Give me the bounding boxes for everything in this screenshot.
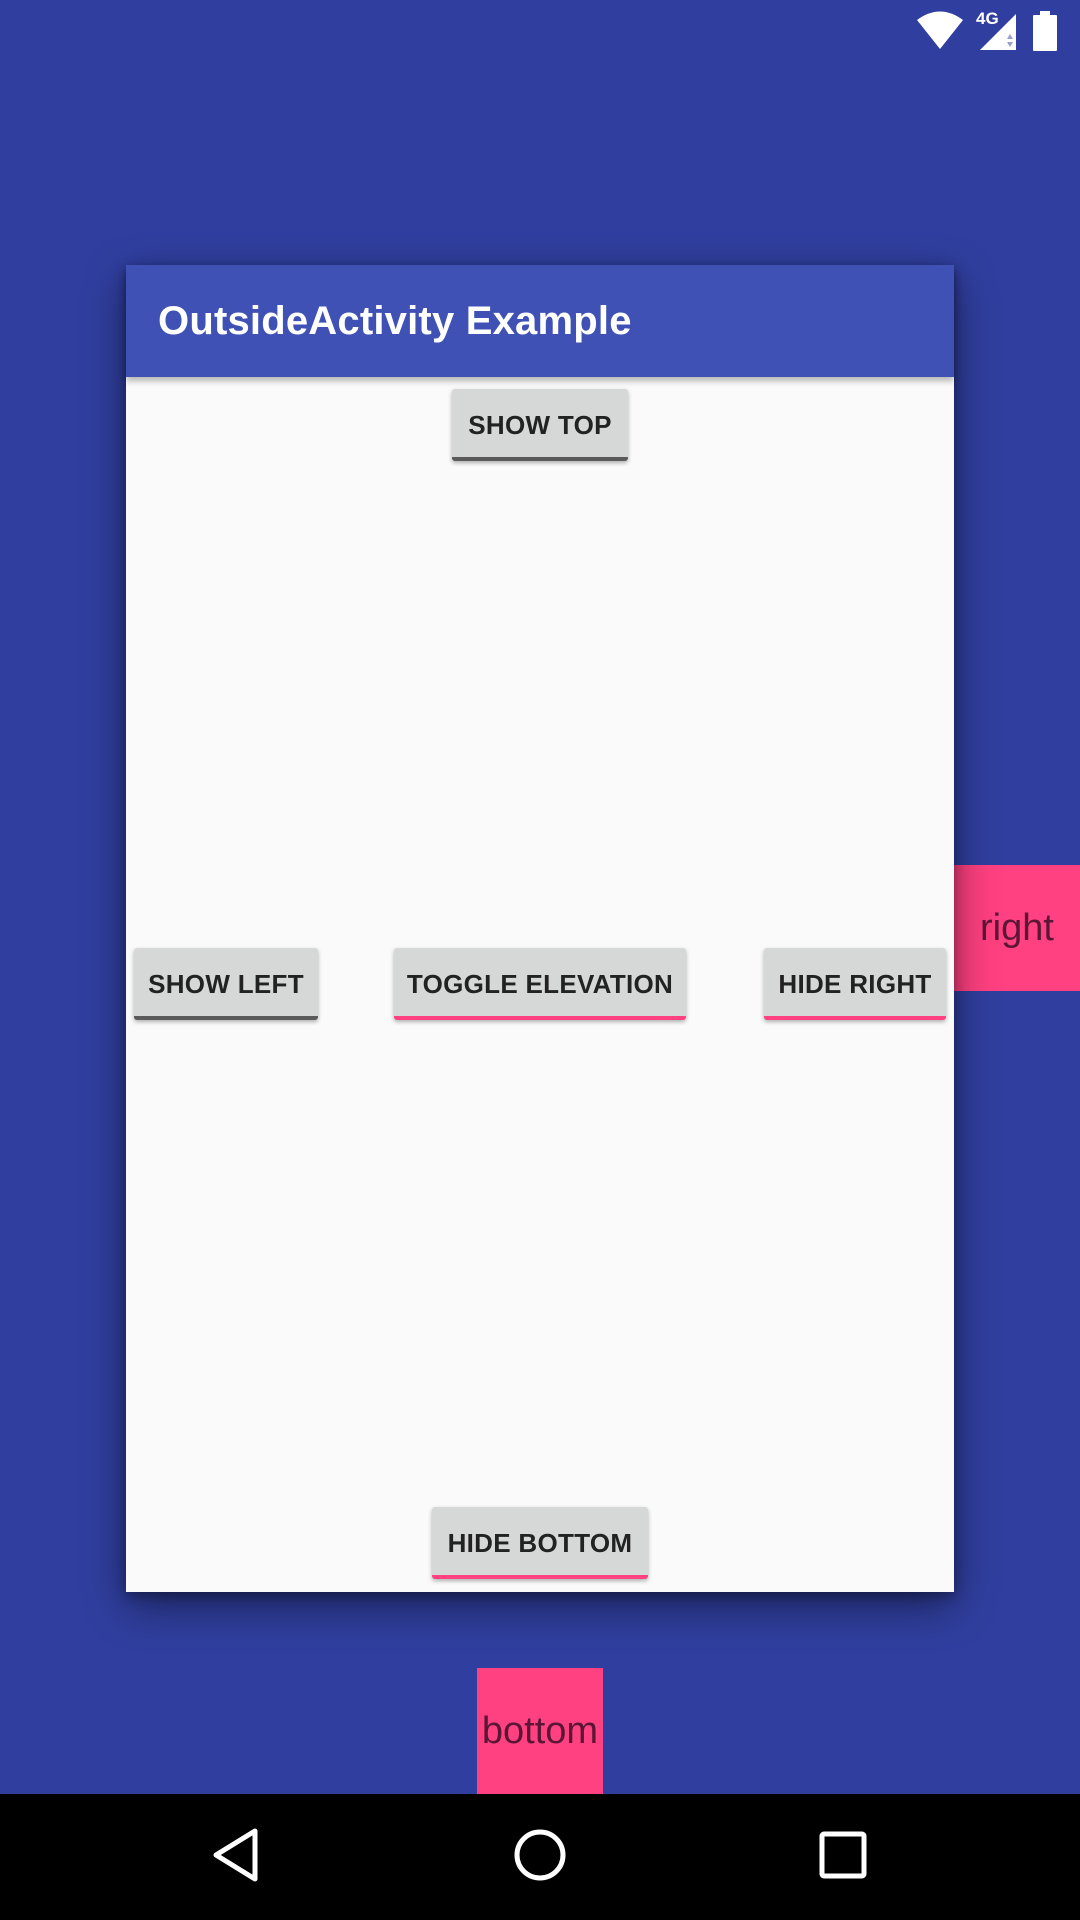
hide-right-button[interactable]: HIDE RIGHT <box>764 948 946 1020</box>
back-icon <box>210 1827 262 1888</box>
show-left-label: SHOW LEFT <box>148 969 304 999</box>
activity-dialog: OutsideActivity Example SHOW TOP SHOW LE… <box>126 265 954 1592</box>
toggle-elevation-button[interactable]: TOGGLE ELEVATION <box>394 948 686 1020</box>
status-icons: 4G <box>916 10 1058 52</box>
show-top-indicator <box>452 457 628 461</box>
outside-right-view: right <box>954 865 1080 991</box>
outside-bottom-view: bottom <box>477 1668 603 1794</box>
battery-icon <box>1032 11 1058 51</box>
home-icon <box>512 1827 568 1888</box>
toolbar-title: OutsideActivity Example <box>158 299 632 343</box>
network-type-label: 4G <box>976 9 999 28</box>
navigation-bar <box>0 1794 1080 1920</box>
outside-bottom-label: bottom <box>481 1710 599 1752</box>
show-left-indicator <box>134 1016 318 1020</box>
home-button[interactable] <box>504 1821 576 1893</box>
hide-right-indicator <box>764 1016 946 1020</box>
recents-icon <box>818 1830 868 1885</box>
recents-button[interactable] <box>807 1821 879 1893</box>
toolbar: OutsideActivity Example <box>126 265 954 377</box>
hide-bottom-indicator <box>432 1575 648 1579</box>
outside-right-label: right <box>980 907 1054 949</box>
hide-bottom-button[interactable]: HIDE BOTTOM <box>432 1507 648 1579</box>
show-top-label: SHOW TOP <box>468 410 612 440</box>
hide-right-label: HIDE RIGHT <box>778 969 932 999</box>
wifi-icon <box>916 11 964 51</box>
cell-signal-icon: 4G <box>976 9 1018 52</box>
toggle-elevation-indicator <box>394 1016 686 1020</box>
show-top-button[interactable]: SHOW TOP <box>452 389 628 461</box>
back-button[interactable] <box>200 1821 272 1893</box>
toggle-elevation-label: TOGGLE ELEVATION <box>406 969 674 999</box>
status-bar: 4G <box>0 0 1080 63</box>
hide-bottom-label: HIDE BOTTOM <box>447 1528 633 1558</box>
show-left-button[interactable]: SHOW LEFT <box>134 948 318 1020</box>
